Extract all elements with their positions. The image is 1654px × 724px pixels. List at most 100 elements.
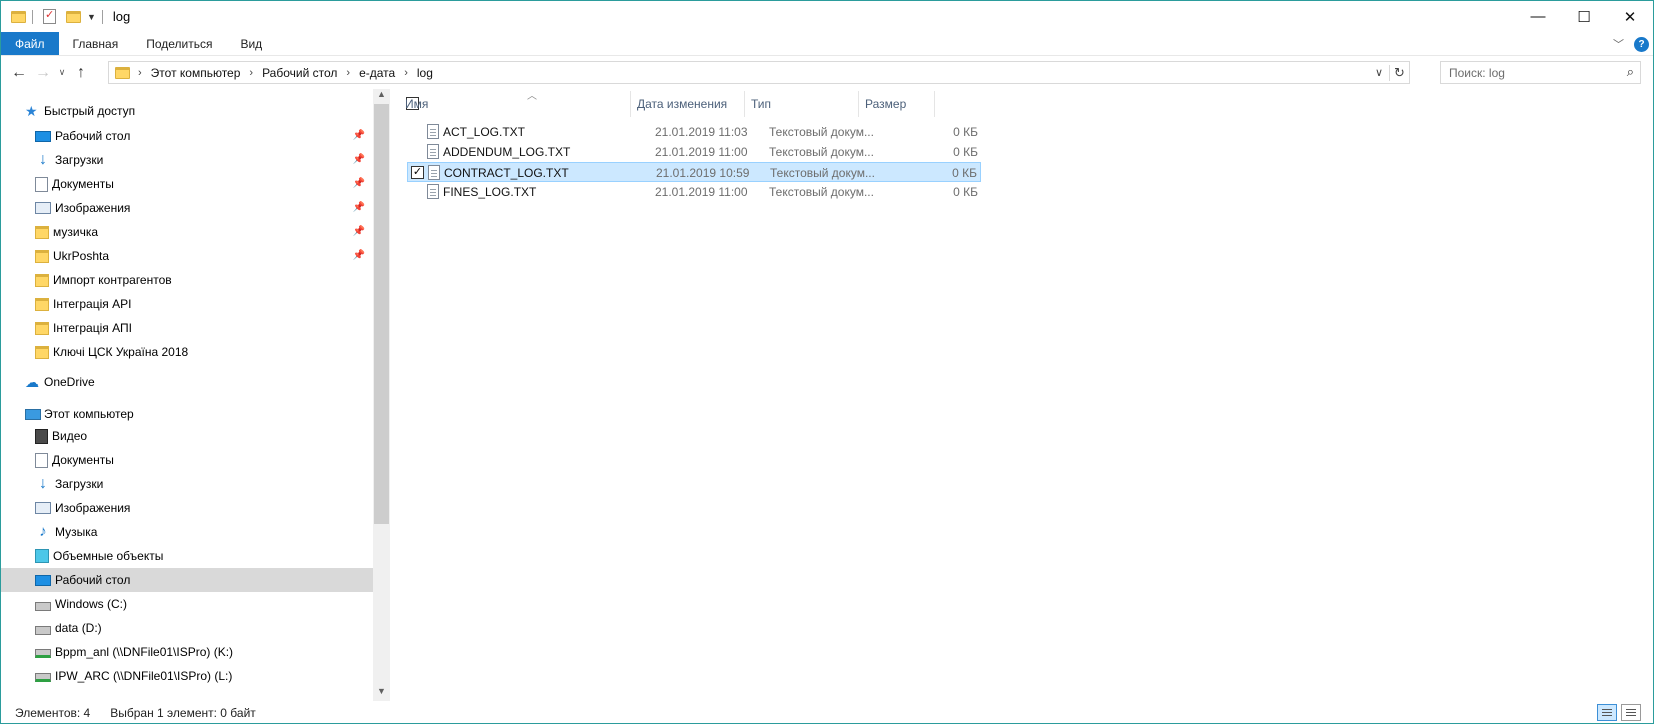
chevron-right-icon[interactable]: › bbox=[404, 67, 408, 79]
recent-locations-icon[interactable]: ∨ bbox=[55, 67, 69, 78]
sidebar-item-label: Загрузки bbox=[55, 477, 104, 491]
tab-view[interactable]: Вид bbox=[226, 32, 276, 55]
tab-home[interactable]: Главная bbox=[59, 32, 133, 55]
sidebar-item-downloads[interactable]: ↓ Загрузки 📌 bbox=[1, 148, 373, 172]
chevron-right-icon[interactable]: › bbox=[346, 67, 350, 79]
sidebar-item-documents[interactable]: Документы 📌 bbox=[1, 172, 373, 196]
sidebar-item-label: Ключі ЦСК Україна 2018 bbox=[53, 345, 189, 359]
breadcrumb-e-data[interactable]: e-дата bbox=[359, 66, 395, 80]
sidebar-item-label: data (D:) bbox=[55, 621, 102, 635]
sidebar-item-documents-pc[interactable]: Документы bbox=[1, 448, 373, 472]
row-checkbox[interactable]: ✓ bbox=[411, 166, 424, 179]
sidebar-item-label: Видео bbox=[52, 429, 88, 443]
pin-icon[interactable]: 📌 bbox=[353, 130, 365, 141]
breadcrumb-desktop[interactable]: Рабочий стол bbox=[262, 66, 337, 80]
text-file-icon bbox=[427, 184, 439, 199]
sidebar-item-drive-d[interactable]: data (D:) bbox=[1, 616, 373, 640]
breadcrumb-this-pc[interactable]: Этот компьютер bbox=[151, 66, 241, 80]
pin-icon[interactable]: 📌 bbox=[353, 178, 365, 189]
sidebar-item-drive-k[interactable]: Bppm_anl (\\DNFile01\ISPro) (K:) bbox=[1, 640, 373, 664]
search-input[interactable]: Поиск: log ⌕ bbox=[1440, 61, 1641, 84]
back-button[interactable]: ← bbox=[7, 64, 31, 82]
sidebar-item-integration-api-cyr[interactable]: Інтеграція АПІ bbox=[1, 316, 373, 340]
sidebar-item-drive-l[interactable]: IPW_ARC (\\DNFile01\ISPro) (L:) bbox=[1, 664, 373, 688]
sidebar-item-downloads-pc[interactable]: ↓ Загрузки bbox=[1, 472, 373, 496]
sidebar-item-label: Загрузки bbox=[55, 153, 104, 167]
column-header-date[interactable]: Дата изменения bbox=[631, 91, 745, 117]
sidebar-item-desktop-pc[interactable]: Рабочий стол bbox=[1, 568, 373, 592]
sidebar-item-label: Інтеграція API bbox=[53, 297, 132, 311]
sidebar-item-desktop[interactable]: Рабочий стол 📌 bbox=[1, 124, 373, 148]
help-icon[interactable]: ? bbox=[1634, 36, 1649, 52]
folder-icon bbox=[115, 66, 130, 79]
file-type: Текстовый докум... bbox=[770, 166, 875, 180]
folder-icon bbox=[35, 297, 49, 311]
minimize-button[interactable]: — bbox=[1515, 1, 1561, 32]
pin-icon[interactable]: 📌 bbox=[353, 226, 365, 237]
selection-info: Выбран 1 элемент: 0 байт bbox=[110, 706, 256, 720]
address-dropdown-icon[interactable]: ∨ bbox=[1369, 66, 1389, 79]
address-bar[interactable]: › Этот компьютер › Рабочий стол › e-дата… bbox=[108, 61, 1410, 84]
chevron-right-icon[interactable]: › bbox=[138, 67, 142, 79]
file-row[interactable]: ACT_LOG.TXT 21.01.2019 11:03 Текстовый д… bbox=[407, 122, 981, 142]
column-header-label: Размер bbox=[865, 97, 907, 111]
sidebar-item-drive-c[interactable]: Windows (C:) bbox=[1, 592, 373, 616]
file-row[interactable]: FINES_LOG.TXT 21.01.2019 11:00 Текстовый… bbox=[407, 182, 981, 202]
chevron-right-icon[interactable]: › bbox=[249, 67, 253, 79]
scroll-up-icon[interactable]: ▲ bbox=[373, 89, 390, 104]
search-icon[interactable]: ⌕ bbox=[1627, 64, 1634, 80]
sidebar-item-keys[interactable]: Ключі ЦСК Україна 2018 bbox=[1, 340, 373, 364]
this-pc-item[interactable]: Этот компьютер bbox=[25, 407, 134, 421]
column-header-label: Дата изменения bbox=[637, 97, 728, 111]
quick-access-item[interactable]: ★ Быстрый доступ bbox=[25, 104, 135, 118]
tab-share[interactable]: Поделиться bbox=[132, 32, 226, 55]
file-type: Текстовый докум... bbox=[769, 125, 874, 139]
pin-icon[interactable]: 📌 bbox=[353, 154, 365, 165]
file-size: 0 КБ bbox=[952, 166, 977, 180]
toolbar-separator bbox=[32, 9, 33, 24]
sidebar-item-pictures[interactable]: Изображения 📌 bbox=[1, 196, 373, 220]
scrollbar-thumb[interactable] bbox=[374, 104, 389, 524]
up-button[interactable]: ↑ bbox=[69, 64, 93, 82]
onedrive-item[interactable]: ☁ OneDrive bbox=[25, 375, 95, 389]
maximize-button[interactable]: ☐ bbox=[1561, 1, 1607, 32]
file-date: 21.01.2019 11:00 bbox=[655, 145, 748, 159]
forward-button[interactable]: → bbox=[31, 64, 55, 82]
file-date: 21.01.2019 11:00 bbox=[655, 185, 748, 199]
sidebar-item-ukrposhta[interactable]: UkrPoshta 📌 bbox=[1, 244, 373, 268]
expand-ribbon-icon[interactable]: ﹀ bbox=[1613, 36, 1624, 52]
sidebar-item-video[interactable]: Видео bbox=[1, 424, 373, 448]
refresh-icon[interactable]: ↻ bbox=[1389, 64, 1409, 81]
sidebar-item-label: Документы bbox=[52, 177, 114, 191]
column-header-label: Тип bbox=[751, 97, 772, 111]
sidebar-item-integration-api[interactable]: Інтеграція API bbox=[1, 292, 373, 316]
file-row-selected[interactable]: ✓ CONTRACT_LOG.TXT 21.01.2019 10:59 Текс… bbox=[407, 162, 981, 182]
file-row[interactable]: ADDENDUM_LOG.TXT 21.01.2019 11:00 Тексто… bbox=[407, 142, 981, 162]
text-file-icon bbox=[427, 144, 439, 159]
navigation-bar: ← → ∨ ↑ › Этот компьютер › Рабочий стол … bbox=[1, 56, 1653, 89]
details-view-icon[interactable] bbox=[1597, 704, 1617, 721]
sidebar-item-muzychka[interactable]: музичка 📌 bbox=[1, 220, 373, 244]
new-folder-icon[interactable] bbox=[66, 10, 81, 23]
column-header-name[interactable]: Имя bbox=[399, 91, 631, 117]
scroll-down-icon[interactable]: ▼ bbox=[373, 686, 390, 701]
sidebar-item-label: Рабочий стол bbox=[55, 573, 131, 587]
pin-icon[interactable]: 📌 bbox=[353, 250, 365, 261]
nav-scrollbar[interactable]: ▲ ▼ bbox=[373, 89, 390, 701]
sidebar-item-pictures-pc[interactable]: Изображения bbox=[1, 496, 373, 520]
sidebar-item-label: Інтеграція АПІ bbox=[53, 321, 132, 335]
customize-toolbar-icon[interactable]: ▼ bbox=[87, 12, 96, 22]
column-header-type[interactable]: Тип bbox=[745, 91, 859, 117]
breadcrumb-log[interactable]: log bbox=[417, 66, 433, 80]
file-type: Текстовый докум... bbox=[769, 185, 874, 199]
close-button[interactable]: ✕ bbox=[1607, 1, 1653, 32]
column-header-size[interactable]: Размер bbox=[859, 91, 935, 117]
sidebar-item-music[interactable]: ♪ Музыка bbox=[1, 520, 373, 544]
sidebar-item-import[interactable]: Импорт контрагентов bbox=[1, 268, 373, 292]
large-icons-view-icon[interactable] bbox=[1621, 704, 1641, 721]
properties-icon[interactable] bbox=[43, 8, 56, 24]
tab-file[interactable]: Файл bbox=[1, 32, 59, 55]
desktop-icon bbox=[35, 574, 51, 586]
pin-icon[interactable]: 📌 bbox=[353, 202, 365, 213]
sidebar-item-3d-objects[interactable]: Объемные объекты bbox=[1, 544, 373, 568]
